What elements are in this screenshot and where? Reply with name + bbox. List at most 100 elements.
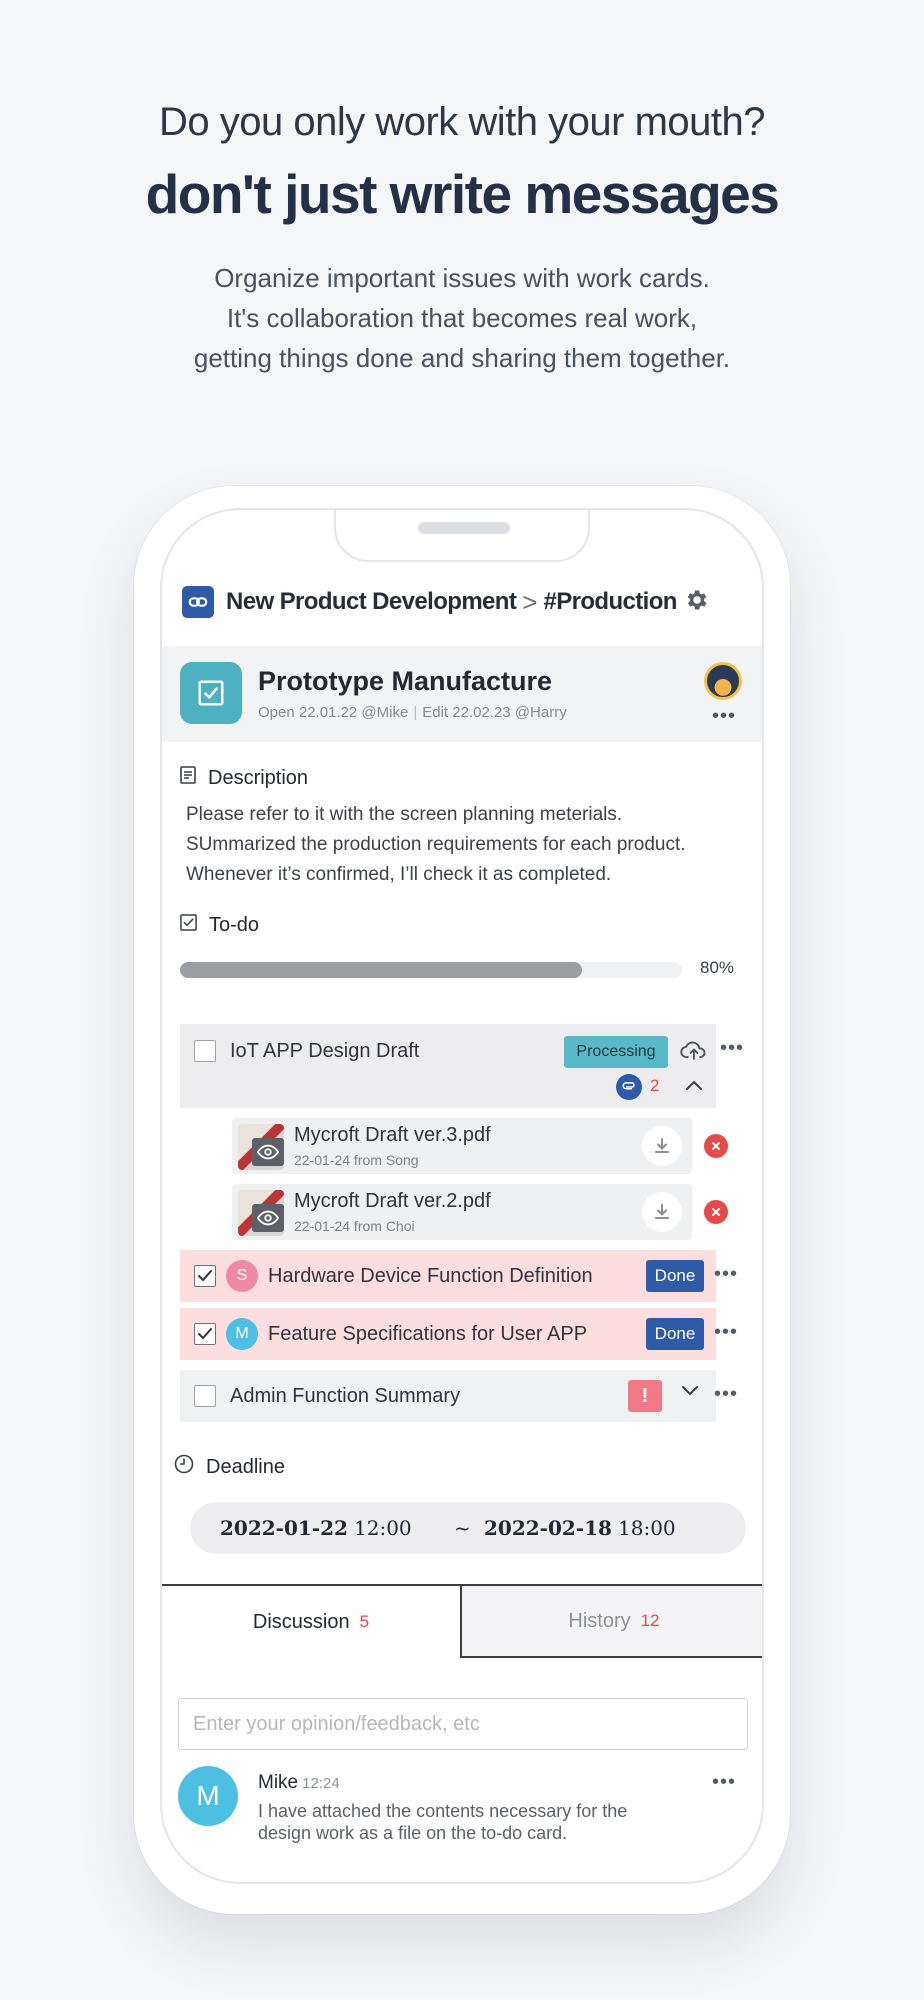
attachment-file[interactable]: Mycroft Draft ver.2.pdf 22-01-24 from Ch… bbox=[232, 1184, 692, 1240]
todo-checkbox[interactable] bbox=[194, 1265, 216, 1287]
todo-item-feature-specs[interactable]: M Feature Specifications for User APP Do… bbox=[180, 1308, 716, 1360]
status-badge: Processing bbox=[564, 1036, 668, 1068]
hero-subtitle-line: Organize important issues with work card… bbox=[214, 263, 710, 293]
breadcrumb: New Product Development > #Production bbox=[182, 582, 709, 622]
todo-checkbox[interactable] bbox=[194, 1385, 216, 1407]
card-title: Prototype Manufacture bbox=[258, 666, 553, 696]
deadline-tilde: ~ bbox=[454, 1516, 471, 1540]
chevron-up-icon[interactable] bbox=[684, 1078, 704, 1097]
close-icon[interactable] bbox=[704, 1134, 728, 1158]
hero-headline: don't just write messages bbox=[145, 163, 780, 225]
breadcrumb-separator: > bbox=[522, 586, 538, 617]
todo-progress-bar bbox=[180, 962, 682, 978]
todo-progress-fill bbox=[180, 962, 582, 978]
attachment-file[interactable]: Mycroft Draft ver.3.pdf 22-01-24 from So… bbox=[232, 1118, 692, 1174]
todo-label: Feature Specifications for User APP bbox=[268, 1322, 588, 1345]
more-icon[interactable]: ••• bbox=[712, 706, 736, 726]
deadline-heading: Deadline bbox=[174, 1454, 285, 1480]
tab-discussion-count: 5 bbox=[359, 1612, 370, 1631]
comment-line: design work as a file on the to-do card. bbox=[258, 1823, 568, 1843]
todo-checkbox[interactable] bbox=[194, 1040, 216, 1062]
comment-input[interactable] bbox=[178, 1698, 748, 1750]
deadline-start-time: 12:00 bbox=[354, 1516, 412, 1540]
phone-screen: New Product Development > #Production Pr… bbox=[160, 508, 764, 1884]
hero-question: Do you only work with your mouth? bbox=[159, 100, 766, 144]
phone-notch bbox=[334, 510, 590, 562]
todo-heading: To-do bbox=[180, 914, 259, 937]
hero-subtitle: Organize important issues with work card… bbox=[0, 258, 924, 378]
phone-frame: New Product Development > #Production Pr… bbox=[134, 486, 790, 1914]
todo-item-hardware-device[interactable]: S Hardware Device Function Definition Do… bbox=[180, 1250, 716, 1302]
cloud-upload-icon[interactable] bbox=[680, 1038, 708, 1067]
breadcrumb-project[interactable]: New Product Development bbox=[226, 588, 517, 616]
more-icon[interactable]: ••• bbox=[714, 1384, 738, 1404]
card-edited: Edit 22.02.23 @Harry bbox=[422, 704, 567, 721]
done-button[interactable]: Done bbox=[646, 1318, 704, 1350]
assignee-avatar: M bbox=[226, 1318, 258, 1350]
deadline-start-date: 2022-01-22 bbox=[220, 1516, 348, 1540]
deadline-end-time: 18:00 bbox=[618, 1516, 676, 1540]
todo-item-iot-app-design[interactable]: IoT APP Design Draft Processing ••• 2 bbox=[180, 1024, 743, 1108]
discussion-tabs: Discussion 5 History 12 bbox=[162, 1584, 762, 1658]
description-heading: Description bbox=[180, 766, 308, 790]
hero-subtitle-line: getting things done and sharing them tog… bbox=[193, 343, 731, 373]
deadline-range[interactable]: 2022-01-22 12:00 ~ 2022-02-18 18:00 bbox=[190, 1502, 746, 1554]
meta-divider: | bbox=[413, 704, 418, 721]
checkbox-card-icon bbox=[180, 662, 242, 724]
download-icon[interactable] bbox=[642, 1126, 682, 1166]
todo-label: Admin Function Summary bbox=[230, 1384, 461, 1407]
file-name: Mycroft Draft ver.3.pdf bbox=[294, 1124, 491, 1146]
more-icon[interactable]: ••• bbox=[720, 1038, 744, 1058]
comment-avatar[interactable]: M bbox=[178, 1766, 238, 1826]
tab-history-count: 12 bbox=[640, 1611, 660, 1630]
eye-icon[interactable] bbox=[252, 1138, 284, 1166]
tab-history-label: History bbox=[568, 1609, 631, 1632]
document-icon bbox=[180, 766, 196, 790]
clock-icon bbox=[174, 1454, 194, 1480]
description-heading-label: Description bbox=[208, 766, 309, 789]
description-line: SUmmarized the production requirements f… bbox=[186, 834, 686, 855]
more-icon[interactable]: ••• bbox=[714, 1264, 738, 1284]
tab-discussion-label: Discussion bbox=[252, 1610, 350, 1633]
more-icon[interactable]: ••• bbox=[714, 1322, 738, 1342]
comment-author: Mike bbox=[258, 1772, 299, 1793]
description-line: Please refer to it with the screen plann… bbox=[186, 804, 623, 825]
comment-header: Mike 12:24 bbox=[258, 1772, 340, 1794]
file-meta: 22-01-24 from Choi bbox=[294, 1218, 415, 1234]
file-name: Mycroft Draft ver.2.pdf bbox=[294, 1190, 491, 1212]
avatar[interactable] bbox=[704, 662, 742, 700]
breadcrumb-channel[interactable]: #Production bbox=[543, 588, 677, 616]
tab-history[interactable]: History 12 bbox=[462, 1586, 762, 1658]
checkbox-icon bbox=[180, 914, 197, 937]
todo-progress-label: 80% bbox=[700, 958, 735, 977]
chevron-down-icon[interactable] bbox=[680, 1384, 700, 1403]
card-opened: Open 22.01.22 @Mike bbox=[258, 704, 409, 721]
deadline-heading-label: Deadline bbox=[206, 1455, 285, 1478]
description-body: Please refer to it with the screen plann… bbox=[186, 800, 756, 890]
link-icon bbox=[182, 586, 214, 618]
gear-icon[interactable] bbox=[683, 587, 709, 618]
comment-body: I have attached the contents necessary f… bbox=[258, 1800, 627, 1844]
comment-line: I have attached the contents necessary f… bbox=[258, 1801, 628, 1821]
deadline-end-date: 2022-02-18 bbox=[484, 1516, 612, 1540]
tab-discussion[interactable]: Discussion 5 bbox=[162, 1586, 462, 1658]
close-icon[interactable] bbox=[704, 1200, 728, 1224]
todo-label: Hardware Device Function Definition bbox=[268, 1264, 593, 1287]
file-meta: 22-01-24 from Song bbox=[294, 1152, 419, 1168]
done-button[interactable]: Done bbox=[646, 1260, 704, 1292]
more-icon[interactable]: ••• bbox=[712, 1772, 736, 1792]
hero-subtitle-line: It's collaboration that becomes real wor… bbox=[226, 303, 698, 333]
download-icon[interactable] bbox=[642, 1192, 682, 1232]
phone-speaker bbox=[418, 522, 510, 534]
card-header: Prototype Manufacture Open 22.01.22 @Mik… bbox=[162, 646, 762, 742]
alert-badge: ! bbox=[628, 1380, 662, 1412]
attachment-count: 2 bbox=[650, 1076, 660, 1095]
todo-checkbox[interactable] bbox=[194, 1323, 216, 1345]
todo-item-admin-function[interactable]: Admin Function Summary ! bbox=[180, 1370, 716, 1422]
todo-label: IoT APP Design Draft bbox=[230, 1040, 420, 1062]
description-line: Whenever it’s confirmed, I’ll check it a… bbox=[186, 864, 612, 885]
paperclip-icon[interactable] bbox=[616, 1074, 642, 1100]
eye-icon[interactable] bbox=[252, 1204, 284, 1232]
card-meta: Open 22.01.22 @Mike | Edit 22.02.23 @Harry bbox=[258, 704, 567, 721]
comment-time: 12:24 bbox=[302, 1775, 340, 1792]
